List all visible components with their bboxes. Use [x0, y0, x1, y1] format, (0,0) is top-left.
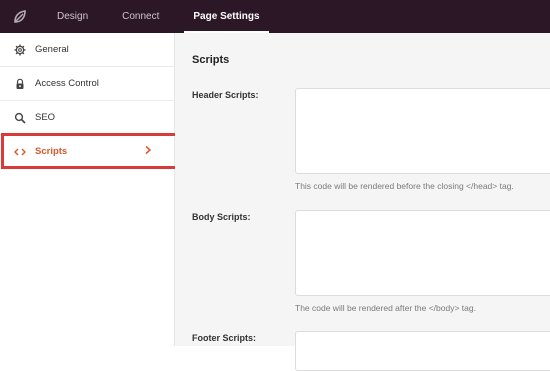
tab-design[interactable]: Design: [40, 0, 105, 33]
footer-scripts-label: Footer Scripts:: [192, 333, 257, 343]
sidebar-item-label: Access Control: [35, 78, 99, 89]
top-bar: Design Connect Page Settings: [0, 0, 550, 33]
sidebar-item-label: General: [35, 44, 69, 55]
header-scripts-textarea[interactable]: [295, 88, 550, 174]
search-icon: [14, 112, 26, 124]
sidebar-item-label: Scripts: [35, 146, 68, 157]
chevron-right-icon: [144, 145, 152, 158]
body-scripts-label: Body Scripts:: [192, 212, 251, 222]
sidebar-item-scripts[interactable]: Scripts: [0, 135, 174, 169]
body-scripts-help: The code will be rendered after the </bo…: [295, 303, 476, 313]
main-content: Scripts Header Scripts: This code will b…: [175, 33, 550, 371]
code-icon: [14, 146, 26, 158]
page-title: Scripts: [192, 54, 230, 66]
sidebar-item-general[interactable]: General: [0, 33, 174, 67]
sidebar-item-access-control[interactable]: Access Control: [0, 67, 174, 101]
lock-icon: [14, 78, 26, 90]
header-scripts-help: This code will be rendered before the cl…: [295, 181, 514, 191]
seedprod-leaf-icon[interactable]: [0, 0, 40, 33]
tab-page-settings[interactable]: Page Settings: [176, 0, 276, 33]
tab-connect[interactable]: Connect: [105, 0, 176, 33]
settings-sidebar: General Access Control SEO Scripts: [0, 33, 179, 346]
footer-scripts-textarea[interactable]: [295, 331, 550, 371]
sidebar-item-label: SEO: [35, 112, 56, 123]
sidebar-item-seo[interactable]: SEO: [0, 101, 174, 135]
header-scripts-label: Header Scripts:: [192, 90, 259, 100]
body-scripts-textarea[interactable]: [295, 210, 550, 296]
gear-icon: [14, 44, 26, 56]
